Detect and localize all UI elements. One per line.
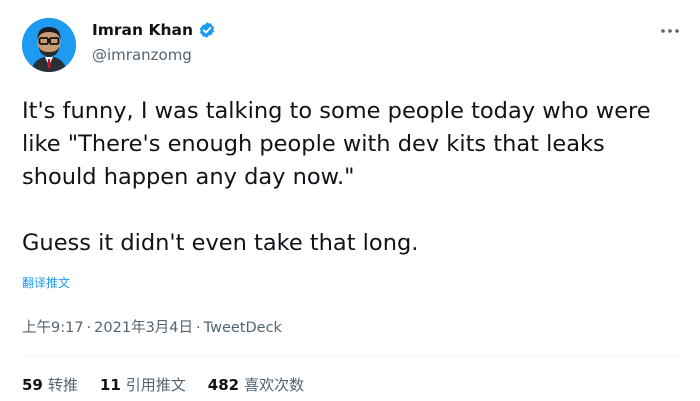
- quotes-label: 引用推文: [125, 376, 186, 394]
- retweets-stat[interactable]: 59 转推: [22, 374, 78, 395]
- divider: [22, 356, 678, 357]
- author-name-row: Imran Khan: [92, 21, 216, 39]
- verified-badge-icon: [198, 21, 216, 39]
- retweets-label: 转推: [47, 376, 78, 394]
- tweet-text: It's funny, I was talking to some people…: [22, 98, 651, 256]
- avatar-cartoon-icon: [22, 18, 76, 72]
- meta-separator: ·: [196, 320, 201, 336]
- quotes-stat[interactable]: 11 引用推文: [100, 374, 186, 395]
- author-display-name[interactable]: Imran Khan: [92, 21, 193, 39]
- translate-tweet-link[interactable]: 翻译推文: [22, 274, 70, 291]
- tweet-card: Imran Khan @imranzomg It's funny, I was …: [0, 0, 700, 401]
- retweets-count: 59: [22, 376, 43, 394]
- avatar[interactable]: [22, 18, 76, 72]
- quotes-count: 11: [99, 376, 121, 394]
- likes-label: 喜欢次数: [244, 376, 305, 394]
- author-handle[interactable]: @imranzomg: [92, 46, 192, 64]
- meta-separator: ·: [86, 320, 92, 336]
- more-options-icon[interactable]: [657, 22, 683, 40]
- tweet-date[interactable]: 2021年3月4日: [94, 320, 193, 336]
- likes-stat[interactable]: 482 喜欢次数: [208, 374, 304, 395]
- tweet-stats: 59 转推 11 引用推文 482 喜欢次数: [22, 374, 326, 395]
- tweet-source[interactable]: TweetDeck: [204, 320, 282, 336]
- tweet-time[interactable]: 上午9:17: [22, 320, 84, 336]
- likes-count: 482: [207, 376, 240, 394]
- tweet-meta: 上午9:17 · 2021年3月4日 · TweetDeck: [22, 316, 282, 337]
